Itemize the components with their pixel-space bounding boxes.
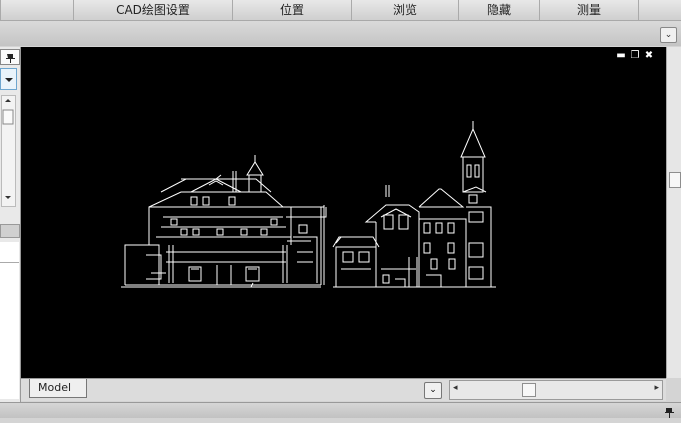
menu-item-blank (0, 0, 73, 20)
minimize-icon[interactable]: ▬ (614, 50, 628, 61)
house-elevation-left (121, 155, 327, 288)
pin-icon[interactable] (663, 404, 675, 418)
panel-list (0, 263, 19, 399)
menu-item-hide[interactable]: 隐藏 (458, 0, 539, 20)
drawing-canvas[interactable] (21, 47, 666, 378)
vertical-scroll-thumb[interactable] (669, 172, 681, 188)
horizontal-scroll-thumb[interactable] (522, 383, 536, 397)
menu-item-position[interactable]: 位置 (232, 0, 351, 20)
panel-scrollbar[interactable] (1, 95, 16, 207)
close-icon[interactable]: ✖ (642, 50, 656, 61)
menu-item-cad-settings[interactable]: CAD绘图设置 (73, 0, 232, 20)
pin-icon[interactable] (0, 49, 20, 65)
panel-property-row (0, 242, 19, 263)
menu-item-browse[interactable]: 浏览 (351, 0, 458, 20)
left-dock-panel (0, 47, 21, 402)
chevron-down-icon[interactable]: ⌄ (424, 382, 442, 399)
horizontal-scrollbar[interactable]: ◂ ▸ (449, 380, 663, 400)
menu-bar: CAD绘图设置 位置 浏览 隐藏 测量 (0, 0, 681, 21)
status-bar (0, 402, 681, 418)
cad-drawing (121, 121, 496, 288)
tab-model[interactable]: Model (29, 379, 87, 398)
chevron-down-icon[interactable]: ⌄ (660, 27, 677, 43)
scroll-left-icon[interactable]: ◂ (453, 383, 458, 393)
panel-dropdown[interactable] (0, 68, 17, 90)
panel-section-header[interactable] (0, 224, 20, 238)
layout-tab-bar: Model ⌄ ◂ ▸ (21, 378, 666, 401)
ribbon-panel (0, 21, 681, 46)
vertical-scrollbar[interactable] (666, 47, 681, 378)
scroll-right-icon[interactable]: ▸ (654, 383, 659, 393)
house-elevation-right (332, 121, 496, 288)
menu-item-blank-2 (638, 0, 681, 20)
menu-item-measure[interactable]: 测量 (539, 0, 638, 20)
viewport-window-controls: ▬ ❐ ✖ (614, 50, 660, 62)
restore-icon[interactable]: ❐ (628, 50, 642, 61)
